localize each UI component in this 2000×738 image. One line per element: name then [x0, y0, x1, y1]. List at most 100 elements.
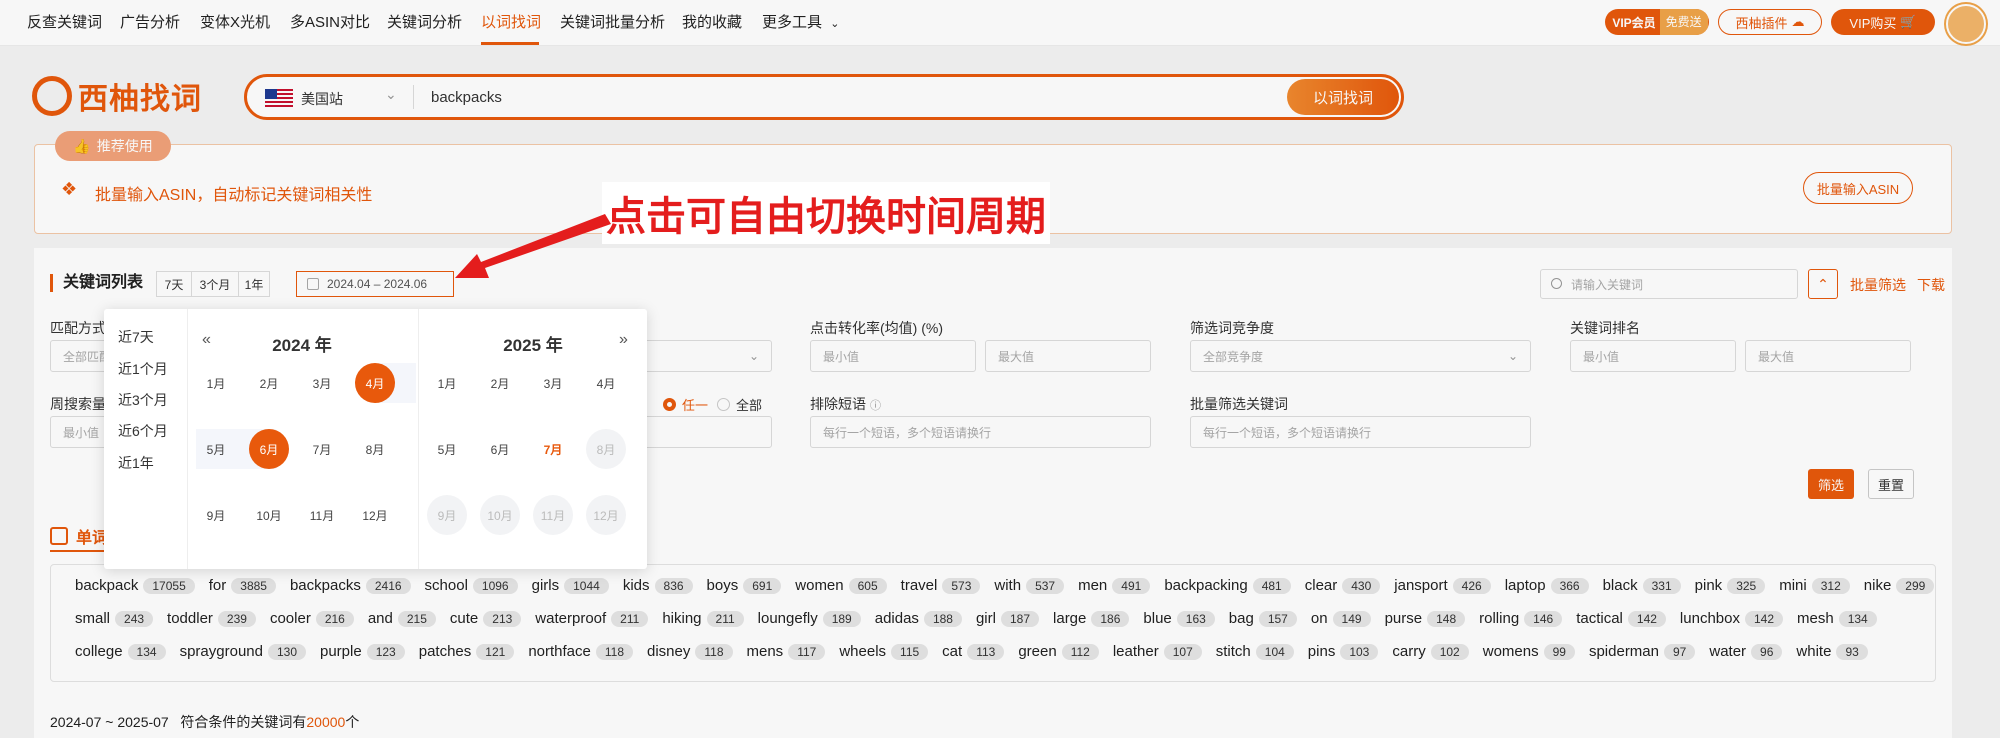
month-cell[interactable]: 8月: [355, 429, 395, 469]
month-cell[interactable]: 4月: [355, 363, 395, 403]
batch-asin-button[interactable]: 批量输入ASIN: [1803, 172, 1913, 204]
keyword-chip[interactable]: on 149: [1311, 610, 1371, 627]
plugin-button[interactable]: 西柚插件 ☁: [1718, 9, 1822, 35]
quick-7d[interactable]: 近7天: [118, 327, 154, 347]
keyword-chip[interactable]: backpack 17055: [75, 577, 195, 594]
radio-all[interactable]: 全部: [717, 395, 762, 414]
quick-3m[interactable]: 近3个月: [118, 390, 168, 410]
month-cell[interactable]: 3月: [533, 363, 573, 403]
keyword-chip[interactable]: backpacks 2416: [290, 577, 411, 594]
keyword-chip[interactable]: cooler 216: [270, 610, 354, 627]
keyword-chip[interactable]: carry 102: [1392, 643, 1469, 660]
keyword-chip[interactable]: rolling 146: [1479, 610, 1563, 627]
month-cell[interactable]: 1月: [427, 363, 467, 403]
keyword-chip[interactable]: clear 430: [1305, 577, 1381, 594]
search-button[interactable]: 以词找词: [1287, 79, 1399, 115]
keyword-chip[interactable]: girl 187: [976, 610, 1040, 627]
keyword-chip[interactable]: cute 213: [450, 610, 522, 627]
quick-6m[interactable]: 近6个月: [118, 421, 168, 441]
keyword-chip[interactable]: with 537: [994, 577, 1065, 594]
keyword-chip[interactable]: laptop 366: [1505, 577, 1589, 594]
batch-filter-link[interactable]: 批量筛选: [1850, 275, 1906, 295]
keyword-chip[interactable]: green 112: [1018, 643, 1099, 660]
month-cell[interactable]: 8月: [586, 429, 626, 469]
keyword-chip[interactable]: purple 123: [320, 643, 405, 660]
keyword-chip[interactable]: men 491: [1078, 577, 1151, 594]
month-cell[interactable]: 3月: [302, 363, 342, 403]
download-link[interactable]: 下载: [1917, 275, 1945, 295]
competition-select[interactable]: 全部竞争度 ⌄: [1190, 340, 1531, 372]
site-select[interactable]: 美国站: [301, 89, 343, 109]
avatar[interactable]: [1946, 4, 1986, 44]
keyword-chip[interactable]: wheels 115: [839, 643, 929, 660]
radio-any[interactable]: 任一: [663, 395, 708, 414]
keyword-chip[interactable]: nike 299: [1864, 577, 1935, 594]
keyword-chip[interactable]: kids 836: [623, 577, 693, 594]
keyword-chip[interactable]: black 331: [1603, 577, 1681, 594]
keyword-chip[interactable]: for 3885: [209, 577, 276, 594]
tab-single-word[interactable]: 单词: [50, 524, 108, 548]
keyword-chip[interactable]: leather 107: [1113, 643, 1202, 660]
logo[interactable]: 西柚找词: [32, 74, 202, 118]
month-cell[interactable]: 7月: [302, 429, 342, 469]
nav-item-more-tools[interactable]: 更多工具 ⌄: [762, 11, 839, 32]
keyword-chip[interactable]: northface 118: [528, 643, 633, 660]
month-cell[interactable]: 2月: [249, 363, 289, 403]
cvr-max-input[interactable]: 最大值: [985, 340, 1151, 372]
keyword-chip[interactable]: mens 117: [747, 643, 826, 660]
month-cell[interactable]: 4月: [586, 363, 626, 403]
chevron-down-icon[interactable]: ⌄: [385, 86, 397, 103]
nav-item-keyword-analysis[interactable]: 关键词分析: [387, 11, 462, 32]
nav-item-word-to-word[interactable]: 以词找词: [481, 11, 541, 32]
month-cell[interactable]: 11月: [533, 495, 573, 535]
month-cell[interactable]: 5月: [427, 429, 467, 469]
keyword-chip[interactable]: boys 691: [707, 577, 782, 594]
rank-max-input[interactable]: 最大值: [1745, 340, 1911, 372]
keyword-chip[interactable]: pink 325: [1695, 577, 1766, 594]
month-cell[interactable]: 12月: [355, 495, 395, 535]
reset-button[interactable]: 重置: [1868, 469, 1914, 499]
month-cell[interactable]: 1月: [196, 363, 236, 403]
month-cell[interactable]: 11月: [302, 495, 342, 535]
range-3m-button[interactable]: 3个月: [191, 271, 239, 297]
keyword-chip[interactable]: small 243: [75, 610, 154, 627]
month-cell[interactable]: 7月: [533, 429, 573, 469]
month-cell[interactable]: 2月: [480, 363, 520, 403]
keyword-chip[interactable]: college 134: [75, 643, 166, 660]
exclude-input[interactable]: 每行一个短语，多个短语请换行: [810, 416, 1151, 448]
keyword-chip[interactable]: disney 118: [647, 643, 733, 660]
filter-button[interactable]: 筛选: [1808, 469, 1854, 499]
nav-item-batch-analysis[interactable]: 关键词批量分析: [560, 11, 665, 32]
keyword-chip[interactable]: womens 99: [1483, 643, 1575, 660]
keyword-chip[interactable]: sprayground 130: [180, 643, 306, 660]
nav-item-reverse-keyword[interactable]: 反查关键词: [27, 11, 102, 32]
batch-keyword-input[interactable]: 每行一个短语，多个短语请换行: [1190, 416, 1531, 448]
keyword-chip[interactable]: patches 121: [419, 643, 515, 660]
keyword-chip[interactable]: cat 113: [942, 643, 1005, 660]
keyword-chip[interactable]: school 1096: [425, 577, 518, 594]
cvr-min-input[interactable]: 最小值: [810, 340, 976, 372]
month-cell[interactable]: 5月: [196, 429, 236, 469]
keyword-chip[interactable]: mesh 134: [1797, 610, 1877, 627]
nav-item-ad-analysis[interactable]: 广告分析: [120, 11, 180, 32]
collapse-button[interactable]: ⌃: [1808, 269, 1838, 299]
keyword-chip[interactable]: waterproof 211: [535, 610, 649, 627]
month-cell[interactable]: 10月: [480, 495, 520, 535]
month-cell[interactable]: 6月: [480, 429, 520, 469]
keyword-chip[interactable]: travel 573: [901, 577, 981, 594]
keyword-chip[interactable]: spiderman 97: [1589, 643, 1696, 660]
keyword-chip[interactable]: girls 1044: [532, 577, 609, 594]
keyword-chip[interactable]: mini 312: [1779, 577, 1850, 594]
rank-min-input[interactable]: 最小值: [1570, 340, 1736, 372]
keyword-chip[interactable]: water 96: [1709, 643, 1783, 660]
vip-member-button[interactable]: VIP会员 免费送: [1605, 9, 1709, 35]
keyword-search-input[interactable]: 请输入关键词: [1540, 269, 1798, 299]
month-cell[interactable]: 9月: [196, 495, 236, 535]
month-cell[interactable]: 6月: [249, 429, 289, 469]
nav-item-variant-xray[interactable]: 变体X光机: [200, 11, 270, 32]
keyword-chip[interactable]: hiking 211: [662, 610, 744, 627]
date-range-picker[interactable]: 2024.04 – 2024.06: [296, 271, 454, 297]
keyword-chip[interactable]: white 93: [1796, 643, 1868, 660]
next-year-icon[interactable]: »: [619, 331, 628, 349]
month-cell[interactable]: 12月: [586, 495, 626, 535]
